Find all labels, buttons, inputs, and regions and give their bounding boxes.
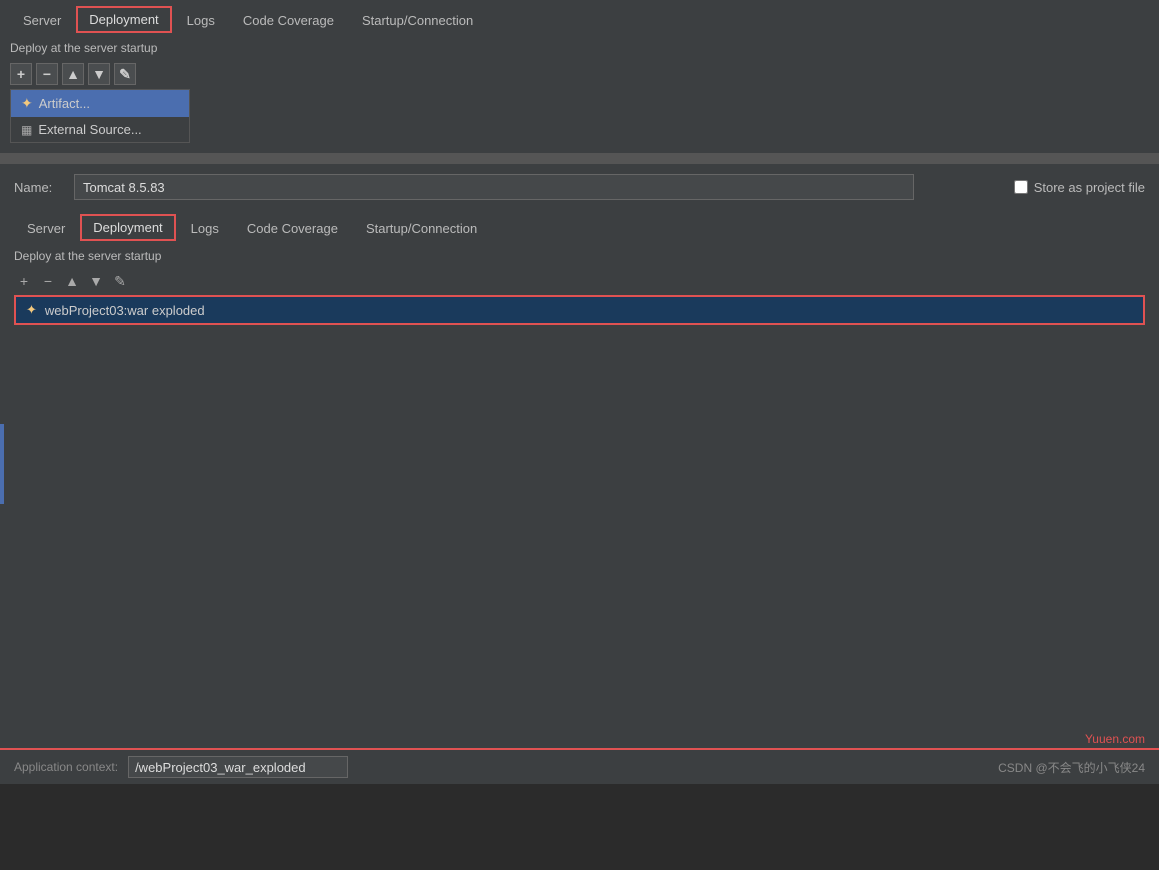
dropdown-menu: ✦ Artifact... ▦ External Source... (10, 89, 190, 143)
main-content-area (0, 325, 1159, 705)
down-button-top[interactable]: ▼ (88, 63, 110, 85)
name-row: Name: Store as project file (0, 164, 1159, 210)
watermark-yuuen: Yuuen.com (1085, 732, 1145, 746)
edit-button-top[interactable]: ✎ (114, 63, 136, 85)
toolbar-bottom: + − ▲ ▼ ✎ (0, 267, 1159, 295)
watermark-csdn: CSDN @不会飞的小飞侠24 (998, 759, 1145, 776)
name-label: Name: (14, 180, 64, 195)
tab-logs-top[interactable]: Logs (174, 7, 228, 33)
left-accent-bar (0, 424, 4, 504)
panel-divider (0, 156, 1159, 164)
tab-deployment-top[interactable]: Deployment (76, 6, 171, 33)
deploy-artifact-icon: ✦ (26, 302, 37, 318)
add-button-top[interactable]: + (10, 63, 32, 85)
deployment-item-label: webProject03:war exploded (45, 303, 205, 318)
deploy-section-top: Deploy at the server startup (0, 33, 1159, 59)
menu-item-external-source[interactable]: ▦ External Source... (11, 117, 189, 142)
tab-server-top[interactable]: Server (10, 7, 74, 33)
add-button-bottom[interactable]: + (14, 271, 34, 291)
down-button-bottom[interactable]: ▼ (86, 271, 106, 291)
deployment-item-0[interactable]: ✦ webProject03:war exploded (14, 295, 1145, 325)
artifact-icon: ✦ (21, 95, 33, 112)
edit-button-bottom[interactable]: ✎ (110, 271, 130, 291)
store-project-checkbox[interactable] (1014, 180, 1028, 194)
toolbar-top: + − ▲ ▼ ✎ (0, 59, 1159, 89)
remove-button-top[interactable]: − (36, 63, 58, 85)
name-input[interactable] (74, 174, 914, 200)
remove-button-bottom[interactable]: − (38, 271, 58, 291)
bottom-bar: Application context: CSDN @不会飞的小飞侠24 (0, 748, 1159, 784)
deploy-section-bottom: Deploy at the server startup (0, 241, 1159, 267)
top-panel: Server Deployment Logs Code Coverage Sta… (0, 0, 1159, 156)
store-project-label: Store as project file (1034, 180, 1145, 195)
external-source-icon: ▦ (21, 123, 32, 137)
deployment-list: ✦ webProject03:war exploded (14, 295, 1145, 325)
tab-startup-bottom[interactable]: Startup/Connection (353, 215, 490, 241)
store-project-area: Store as project file (1014, 180, 1145, 195)
tab-logs-bottom[interactable]: Logs (178, 215, 232, 241)
tab-deployment-bottom[interactable]: Deployment (80, 214, 175, 241)
up-button-bottom[interactable]: ▲ (62, 271, 82, 291)
up-button-top[interactable]: ▲ (62, 63, 84, 85)
bottom-tabs-row: Server Deployment Logs Code Coverage Sta… (0, 210, 1159, 241)
app-context-input[interactable] (128, 756, 348, 778)
tab-code-coverage-bottom[interactable]: Code Coverage (234, 215, 351, 241)
tab-server-bottom[interactable]: Server (14, 215, 78, 241)
bottom-panel: Name: Store as project file Server Deplo… (0, 164, 1159, 784)
top-tabs-row: Server Deployment Logs Code Coverage Sta… (0, 0, 1159, 33)
app-context-label: Application context: (14, 760, 118, 774)
menu-item-artifact[interactable]: ✦ Artifact... (11, 90, 189, 117)
tab-code-coverage-top[interactable]: Code Coverage (230, 7, 347, 33)
tab-startup-top[interactable]: Startup/Connection (349, 7, 486, 33)
menu-item-artifact-label: Artifact... (39, 96, 90, 111)
menu-item-external-source-label: External Source... (38, 122, 141, 137)
